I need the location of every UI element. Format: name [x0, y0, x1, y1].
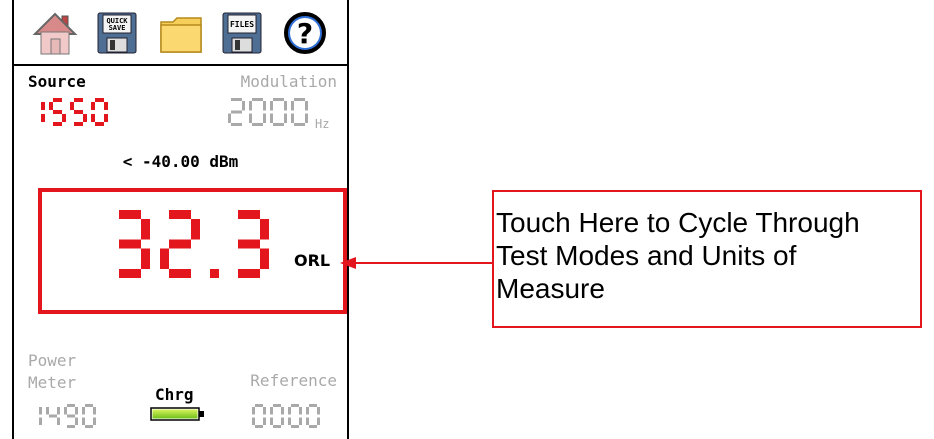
callout-box: Touch Here to Cycle Through Test Modes a… — [492, 190, 922, 328]
